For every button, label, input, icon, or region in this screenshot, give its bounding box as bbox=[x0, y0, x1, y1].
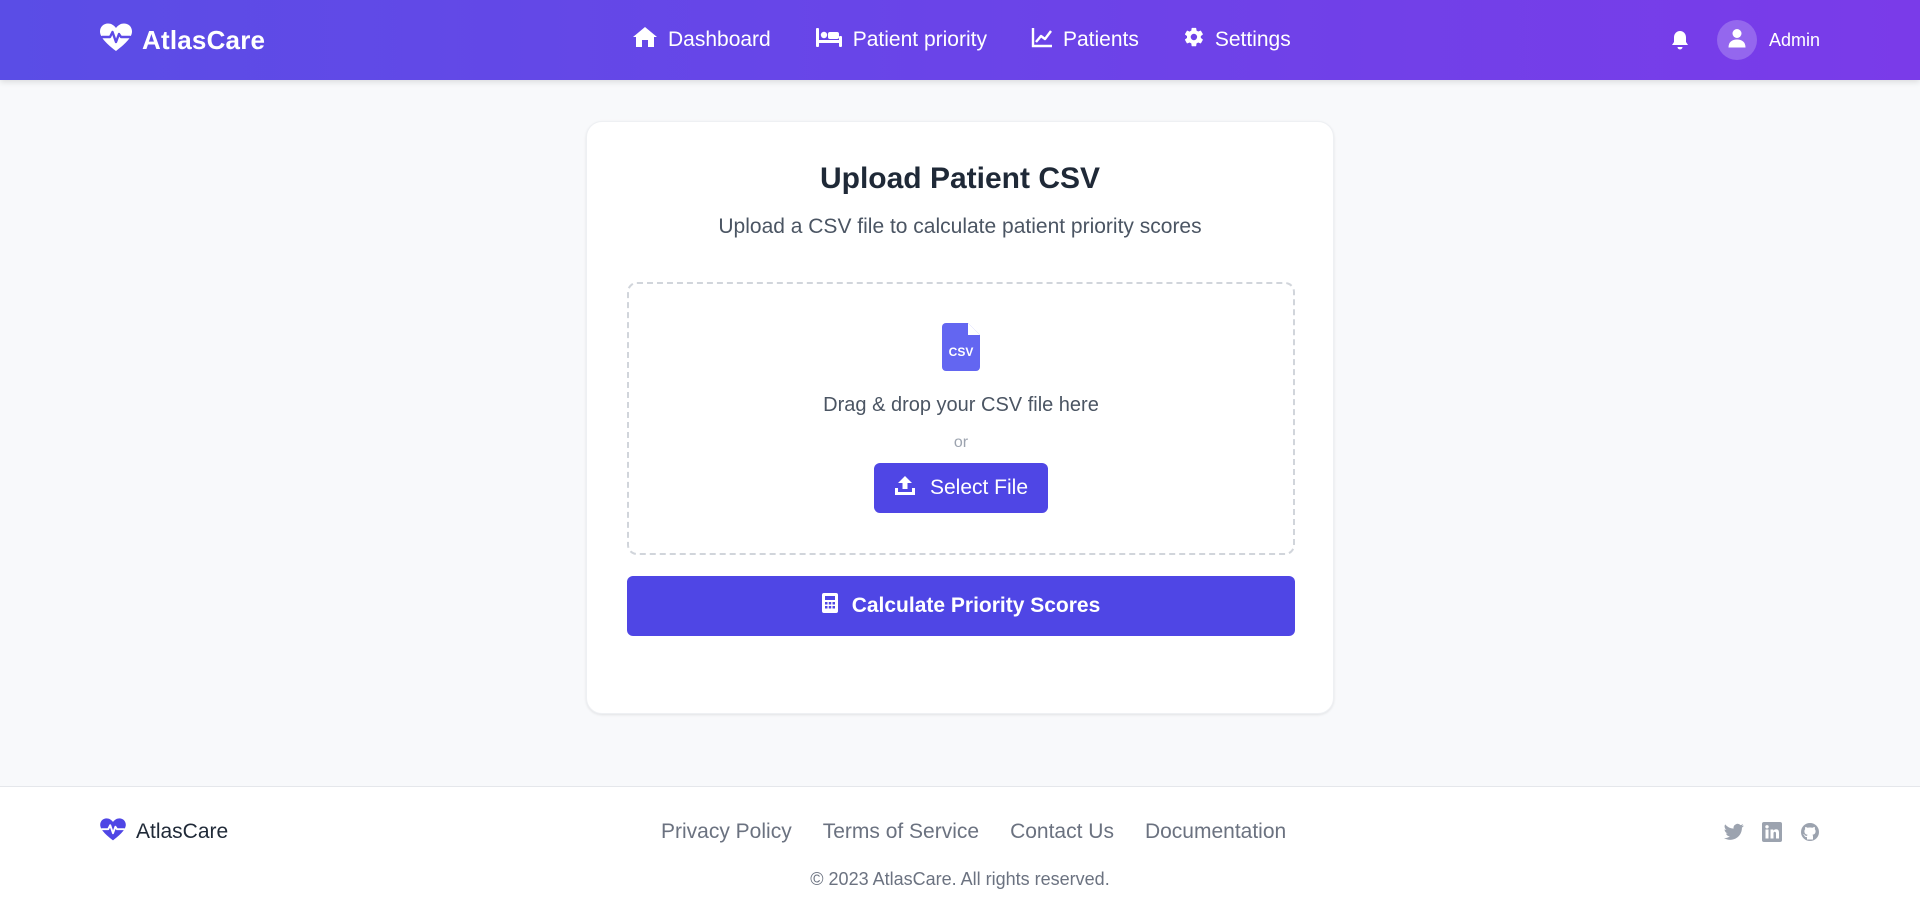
footer-link-documentation[interactable]: Documentation bbox=[1145, 820, 1286, 844]
social-links bbox=[1724, 817, 1820, 847]
github-icon[interactable] bbox=[1800, 822, 1820, 842]
main-nav: Dashboard Patient priority Patients Sett… bbox=[632, 0, 1291, 80]
calculate-priority-button[interactable]: Calculate Priority Scores bbox=[627, 576, 1295, 636]
copyright: © 2023 AtlasCare. All rights reserved. bbox=[810, 869, 1110, 889]
bell-icon[interactable] bbox=[1671, 30, 1689, 51]
csv-dropzone[interactable]: CSV Drag & drop your CSV file here or Se… bbox=[627, 282, 1295, 555]
heart-pulse-icon bbox=[100, 23, 132, 58]
calculate-label: Calculate Priority Scores bbox=[851, 594, 1101, 617]
select-file-label: Select File bbox=[929, 476, 1029, 499]
chart-line-icon bbox=[1031, 26, 1053, 54]
twitter-icon[interactable] bbox=[1724, 823, 1744, 841]
nav-patient-priority-label: Patient priority bbox=[852, 28, 987, 51]
footer-brand-name: AtlasCare bbox=[136, 820, 229, 843]
upload-icon bbox=[894, 474, 916, 502]
footer-brand[interactable]: AtlasCare bbox=[100, 817, 228, 847]
footer-links: Privacy Policy Terms of Service Contact … bbox=[661, 817, 1286, 847]
footer-link-terms[interactable]: Terms of Service bbox=[823, 820, 979, 844]
brand-logo-link[interactable]: AtlasCare bbox=[100, 0, 265, 80]
bed-icon bbox=[815, 26, 843, 54]
upload-card: Upload Patient CSV Upload a CSV file to … bbox=[586, 121, 1334, 714]
top-navbar: AtlasCare Dashboard Patient priority Pat… bbox=[0, 0, 1920, 80]
nav-settings-label: Settings bbox=[1214, 28, 1291, 51]
gear-icon bbox=[1183, 26, 1205, 54]
user-name: Admin bbox=[1768, 29, 1820, 50]
footer: AtlasCare Privacy Policy Terms of Servic… bbox=[0, 786, 1920, 922]
footer-link-privacy[interactable]: Privacy Policy bbox=[661, 820, 792, 844]
page-subtitle: Upload a CSV file to calculate patient p… bbox=[718, 215, 1202, 238]
nav-settings[interactable]: Settings bbox=[1183, 26, 1291, 54]
heart-pulse-icon bbox=[100, 817, 126, 847]
nav-patients[interactable]: Patients bbox=[1031, 26, 1139, 54]
nav-right: Admin bbox=[1671, 0, 1820, 80]
brand-name: AtlasCare bbox=[142, 24, 266, 55]
user-menu[interactable]: Admin bbox=[1716, 20, 1820, 60]
calculator-icon bbox=[821, 593, 838, 619]
dropzone-text: Drag & drop your CSV file here bbox=[823, 394, 1099, 416]
dropzone-or: or bbox=[953, 434, 969, 451]
user-icon bbox=[1728, 28, 1746, 53]
csv-file-icon: CSV bbox=[942, 323, 980, 371]
footer-link-contact[interactable]: Contact Us bbox=[1010, 820, 1114, 844]
linkedin-icon[interactable] bbox=[1762, 822, 1782, 842]
nav-dashboard-label: Dashboard bbox=[668, 28, 771, 51]
nav-dashboard[interactable]: Dashboard bbox=[632, 26, 771, 54]
page-title: Upload Patient CSV bbox=[819, 162, 1101, 195]
home-icon bbox=[632, 26, 658, 54]
nav-patients-label: Patients bbox=[1062, 28, 1139, 51]
csv-icon-label: CSV bbox=[949, 345, 974, 359]
select-file-button[interactable]: Select File bbox=[874, 463, 1048, 513]
nav-patient-priority[interactable]: Patient priority bbox=[815, 26, 987, 54]
avatar bbox=[1716, 20, 1757, 60]
